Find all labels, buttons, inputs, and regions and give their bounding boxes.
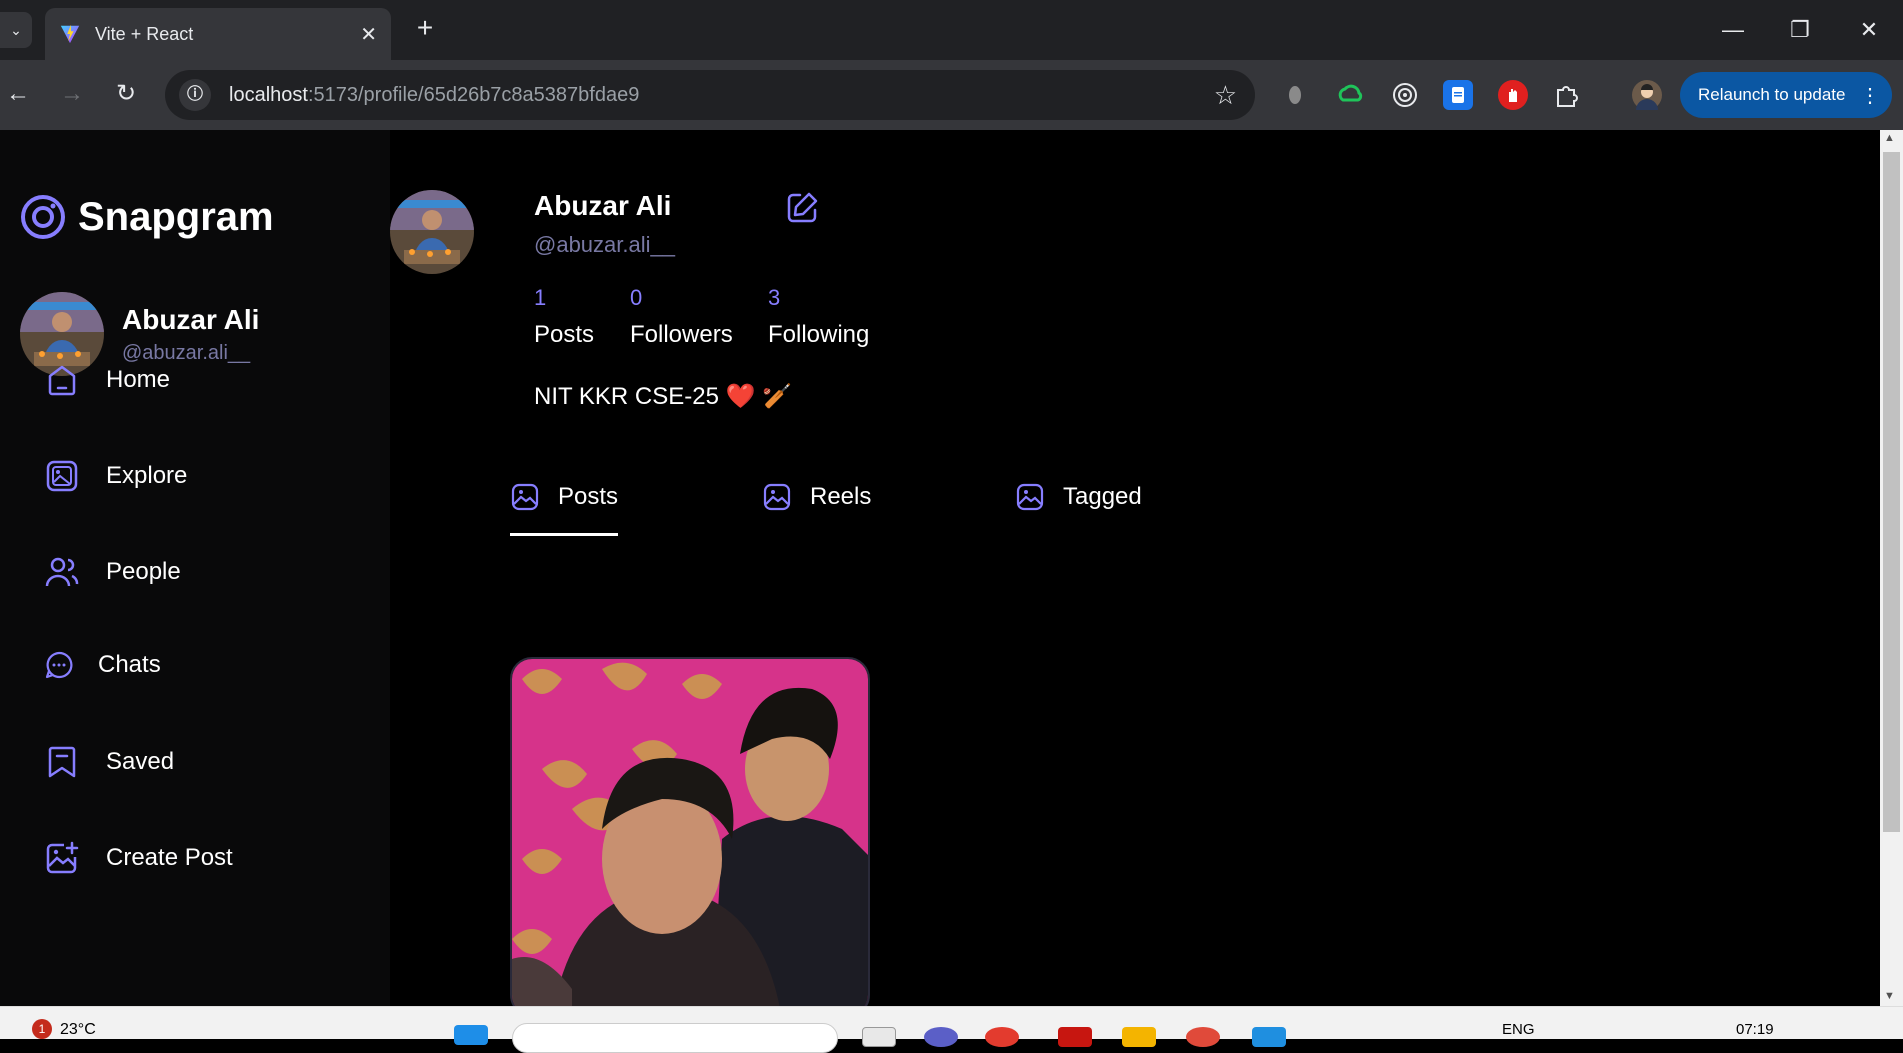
input-language[interactable]: ENG bbox=[1502, 1021, 1535, 1038]
file-explorer-icon[interactable] bbox=[1122, 1027, 1156, 1047]
profile-avatar bbox=[390, 190, 474, 274]
address-bar[interactable]: ⓘ localhost:5173/profile/65d26b7c8a5387b… bbox=[165, 70, 1255, 120]
brand-logo[interactable]: Snapgram bbox=[20, 194, 274, 240]
docs-extension-icon[interactable] bbox=[1443, 80, 1473, 110]
cloud-extension-icon[interactable] bbox=[1335, 80, 1365, 110]
profile-handle: @abuzar.ali__ bbox=[534, 232, 675, 257]
stat-value: 1 bbox=[534, 285, 547, 310]
weather-temperature[interactable]: 23°C bbox=[60, 1021, 96, 1039]
stat-value: 0 bbox=[630, 285, 643, 310]
home-icon bbox=[48, 365, 76, 396]
minimize-button[interactable]: — bbox=[1713, 10, 1753, 50]
reload-button[interactable]: ↻ bbox=[110, 78, 142, 110]
scroll-up-arrow-icon[interactable]: ▲ bbox=[1884, 132, 1895, 144]
new-tab-button[interactable]: + bbox=[410, 14, 440, 44]
sidebar-item-label: Create Post bbox=[106, 844, 233, 871]
sidebar-item-label: Saved bbox=[106, 748, 175, 775]
browser-tab[interactable]: Vite + React ✕ bbox=[45, 8, 391, 60]
user-name: Abuzar Ali bbox=[122, 303, 260, 335]
chrome-icon[interactable] bbox=[985, 1027, 1019, 1047]
windows-taskbar: 1 23°C ENG 07:19 bbox=[0, 1006, 1903, 1053]
stat-label: Posts bbox=[534, 321, 595, 348]
stat-posts: 1 Posts bbox=[534, 285, 594, 349]
profile-main: Abuzar Ali @abuzar.ali__ 1 Posts 0 Follo… bbox=[390, 130, 1880, 1006]
tab-label: Tagged bbox=[1063, 483, 1142, 510]
profile-bio: NIT KKR CSE-25 ❤️ 🏏 bbox=[534, 383, 793, 410]
bookmark-star-icon[interactable]: ☆ bbox=[1214, 80, 1237, 111]
stat-label: Followers bbox=[630, 321, 733, 348]
restore-button[interactable]: ❐ bbox=[1780, 10, 1820, 50]
notification-badge: 1 bbox=[32, 1019, 52, 1039]
post-photo bbox=[512, 659, 868, 1006]
sidebar-item-create-post[interactable]: Create Post bbox=[44, 840, 233, 876]
tab-label: Posts bbox=[558, 483, 619, 510]
url-text[interactable]: localhost:5173/profile/65d26b7c8a5387bfd… bbox=[229, 84, 1214, 107]
forward-button[interactable]: → bbox=[56, 78, 88, 110]
clock-time[interactable]: 07:19 bbox=[1736, 1021, 1774, 1038]
snapgram-logo-icon bbox=[21, 195, 65, 239]
stat-followers[interactable]: 0 Followers bbox=[630, 285, 733, 349]
tab-reels[interactable]: Reels bbox=[762, 482, 871, 512]
taskbar-search[interactable] bbox=[512, 1023, 838, 1053]
sidebar-item-label: Home bbox=[106, 366, 171, 393]
scroll-down-arrow-icon[interactable]: ▼ bbox=[1884, 990, 1895, 1002]
posts-icon bbox=[511, 483, 539, 511]
menu-dots-icon[interactable]: ⋮ bbox=[1860, 83, 1880, 108]
sidebar-item-chats[interactable]: Chats bbox=[44, 650, 161, 680]
people-icon bbox=[45, 557, 79, 587]
vite-favicon-icon bbox=[60, 24, 80, 44]
site-info-icon[interactable]: ⓘ bbox=[179, 79, 211, 111]
tab-tagged[interactable]: Tagged bbox=[1015, 482, 1142, 512]
profile-name: Abuzar Ali bbox=[534, 190, 672, 221]
tab-title: Vite + React bbox=[95, 23, 194, 44]
relaunch-button[interactable]: Relaunch to update ⋮ bbox=[1680, 72, 1892, 118]
tab-posts[interactable]: Posts bbox=[510, 482, 618, 512]
left-sidebar: Snapgram Abuzar Ali @abuzar.ali__ Home E… bbox=[0, 130, 390, 1006]
brand-name: Snapgram bbox=[78, 194, 274, 239]
post-thumbnail[interactable] bbox=[510, 657, 870, 1006]
target-extension-icon[interactable] bbox=[1390, 80, 1420, 110]
tab-search-button[interactable]: ⌄ bbox=[0, 12, 32, 48]
sidebar-item-home[interactable]: Home bbox=[44, 362, 170, 398]
task-view-icon[interactable] bbox=[862, 1027, 896, 1047]
profile-avatar-icon[interactable] bbox=[1632, 80, 1662, 110]
scrollbar-thumb[interactable] bbox=[1883, 152, 1900, 832]
extensions-puzzle-icon[interactable] bbox=[1552, 80, 1582, 110]
gmail-icon[interactable] bbox=[1058, 1027, 1092, 1047]
page-viewport: Snapgram Abuzar Ali @abuzar.ali__ Home E… bbox=[0, 130, 1903, 1006]
back-button[interactable]: ← bbox=[2, 78, 34, 110]
vscode-icon[interactable] bbox=[1252, 1027, 1286, 1047]
tagged-icon bbox=[1016, 483, 1044, 511]
extension-icon[interactable] bbox=[1280, 80, 1310, 110]
close-window-button[interactable]: ✕ bbox=[1849, 10, 1889, 50]
active-tab-indicator bbox=[510, 533, 618, 536]
browser-tabstrip: ⌄ Vite + React ✕ + — ❐ ✕ bbox=[0, 0, 1903, 60]
tab-label: Reels bbox=[810, 483, 872, 510]
windows-start-icon[interactable] bbox=[454, 1025, 488, 1045]
adblock-extension-icon[interactable] bbox=[1498, 80, 1528, 110]
chat-icon bbox=[45, 651, 73, 679]
gallery-icon bbox=[46, 460, 78, 492]
tab-close-icon[interactable]: ✕ bbox=[360, 22, 377, 47]
stat-value: 3 bbox=[768, 285, 781, 310]
edit-profile-icon[interactable] bbox=[784, 190, 820, 226]
sidebar-item-saved[interactable]: Saved bbox=[44, 744, 174, 780]
stat-label: Following bbox=[768, 321, 870, 348]
reels-icon bbox=[763, 483, 791, 511]
sidebar-item-label: Chats bbox=[98, 651, 161, 678]
sidebar-item-label: People bbox=[106, 558, 181, 585]
gallery-add-icon bbox=[46, 841, 79, 874]
sidebar-item-explore[interactable]: Explore bbox=[44, 458, 187, 494]
stat-following[interactable]: 3 Following bbox=[768, 285, 869, 349]
teams-icon[interactable] bbox=[924, 1027, 958, 1047]
sidebar-item-label: Explore bbox=[106, 462, 188, 489]
chrome-profile-icon[interactable] bbox=[1186, 1027, 1220, 1047]
sidebar-item-people[interactable]: People bbox=[44, 554, 181, 590]
page-scrollbar[interactable]: ▲ ▼ bbox=[1880, 130, 1903, 1006]
bookmark-icon bbox=[48, 746, 76, 778]
